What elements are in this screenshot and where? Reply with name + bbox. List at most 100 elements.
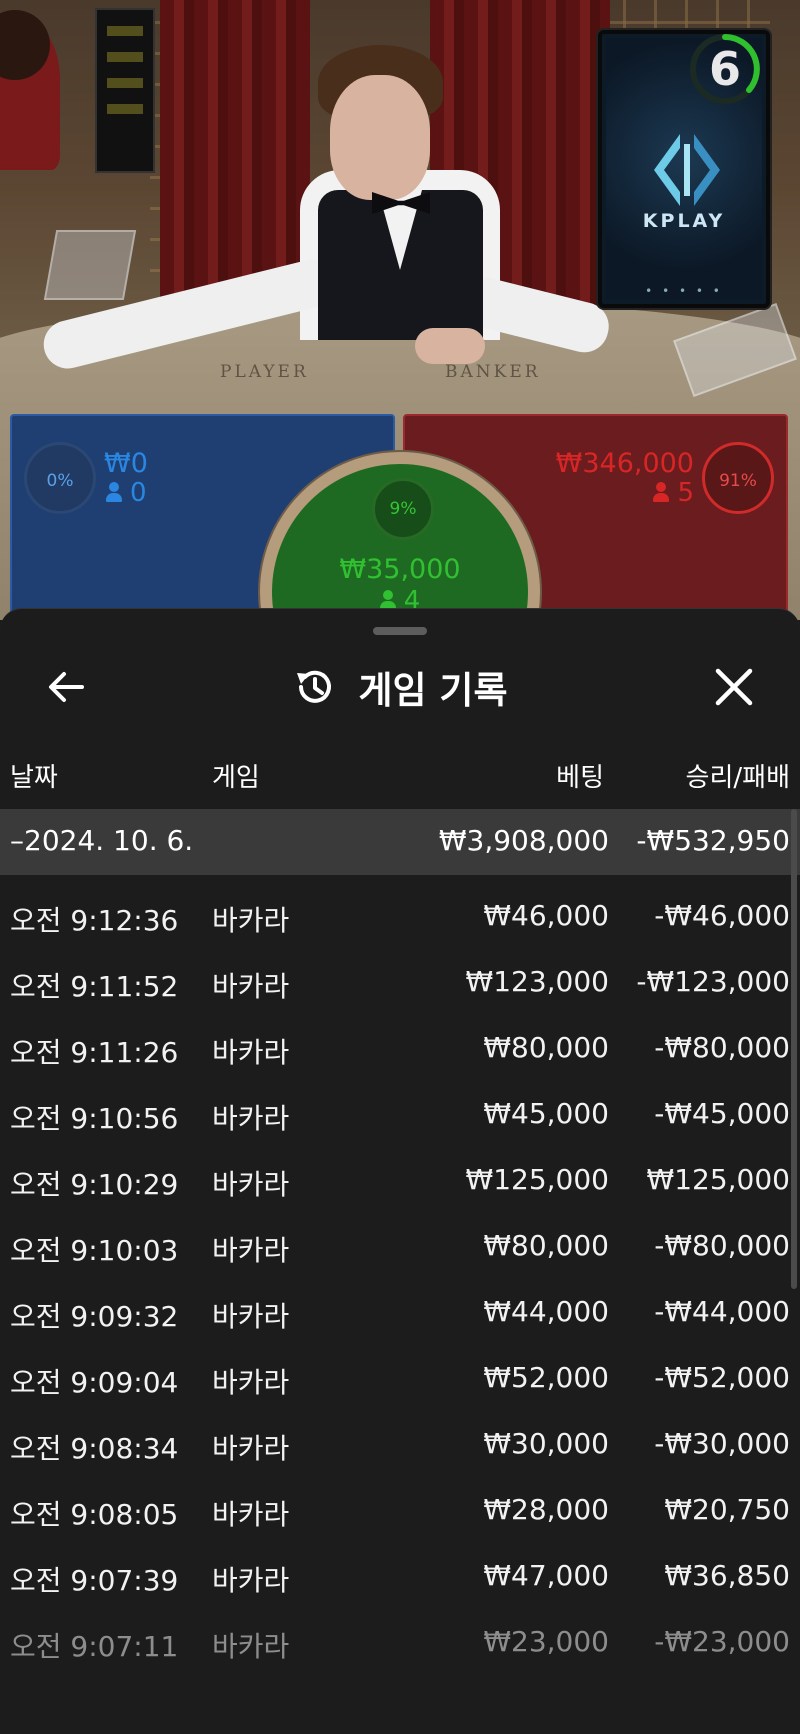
player-count-value: 0: [130, 478, 147, 508]
row-game: 바카라: [212, 1168, 290, 1201]
row-bet: ₩44,000: [483, 1295, 609, 1328]
row-bet: ₩46,000: [483, 899, 609, 932]
row-game: 바카라: [212, 1366, 290, 1399]
row-time: 오전 9:11:26: [10, 1036, 179, 1069]
row-game: 바카라: [212, 1300, 290, 1333]
history-row[interactable]: 오전 9:07:11 바카라 ₩23,000 -₩23,000: [0, 1601, 800, 1667]
history-row[interactable]: 오전 9:10:03 바카라 ₩80,000 -₩80,000: [0, 1205, 800, 1271]
sheet-drag-handle[interactable]: [373, 627, 427, 635]
row-game: 바카라: [212, 1498, 290, 1531]
person-icon: [653, 482, 670, 502]
date-group-label: –2024. 10. 6.: [10, 824, 194, 857]
history-row[interactable]: 오전 9:07:39 바카라 ₩47,000 ₩36,850: [0, 1535, 800, 1601]
background-sign: [95, 8, 155, 173]
column-header-bet: 베팅: [556, 763, 604, 793]
game-history-sheet: 게임 기록 날짜 게임 베팅 승리/패배 –2024. 10. 6. ₩3,90…: [0, 608, 800, 1734]
row-game: 바카라: [212, 1234, 290, 1267]
date-group-row[interactable]: –2024. 10. 6. ₩3,908,000 -₩532,950: [0, 809, 800, 875]
row-time: 오전 9:08:34: [10, 1432, 179, 1465]
table-banker-word: BANKER: [445, 362, 541, 382]
row-time: 오전 9:07:39: [10, 1564, 179, 1597]
row-time: 오전 9:09:04: [10, 1366, 179, 1399]
history-row[interactable]: 오전 9:08:05 바카라 ₩28,000 ₩20,750: [0, 1469, 800, 1535]
kplay-logo: KPLAY: [642, 210, 726, 232]
card-shoe: [43, 230, 137, 300]
table-monitor: 6 KPLAY • • • • •: [598, 30, 770, 308]
history-row[interactable]: 오전 9:08:34 바카라 ₩30,000 -₩30,000: [0, 1403, 800, 1469]
history-row[interactable]: 오전 9:09:32 바카라 ₩44,000 -₩44,000: [0, 1271, 800, 1337]
row-time: 오전 9:07:11: [10, 1630, 179, 1663]
column-header-date: 날짜: [10, 763, 58, 793]
row-bet: ₩23,000: [483, 1625, 609, 1658]
history-row[interactable]: 오전 9:11:26 바카라 ₩80,000 -₩80,000: [0, 1007, 800, 1073]
column-header-result: 승리/패배: [685, 763, 790, 793]
row-bet: ₩45,000: [483, 1097, 609, 1130]
row-result: -₩52,000: [654, 1361, 790, 1394]
row-time: 오전 9:10:03: [10, 1234, 179, 1267]
row-result: ₩36,850: [664, 1559, 790, 1592]
row-time: 오전 9:11:52: [10, 970, 179, 1003]
player-percent: 0%: [24, 442, 96, 514]
row-time: 오전 9:10:56: [10, 1102, 179, 1135]
row-bet: ₩125,000: [465, 1163, 609, 1196]
row-time: 오전 9:10:29: [10, 1168, 179, 1201]
history-clock-icon: [297, 670, 332, 703]
kplay-emblem-icon: [654, 134, 720, 206]
sheet-title: 게임 기록: [358, 669, 508, 712]
row-game: 바카라: [212, 1630, 290, 1663]
history-row[interactable]: 오전 9:09:04 바카라 ₩52,000 -₩52,000: [0, 1337, 800, 1403]
row-result: -₩45,000: [654, 1097, 790, 1130]
player-amount: ₩0: [104, 448, 148, 479]
history-scrollbar[interactable]: [791, 809, 797, 1289]
date-group-bet-total: ₩3,908,000: [438, 824, 609, 857]
row-bet: ₩52,000: [483, 1361, 609, 1394]
row-game: 바카라: [212, 1564, 290, 1597]
sheet-header: 게임 기록: [0, 657, 800, 717]
row-result: ₩125,000: [646, 1163, 790, 1196]
row-game: 바카라: [212, 1036, 290, 1069]
countdown-timer: 6: [708, 42, 741, 96]
date-group-result-total: -₩532,950: [636, 824, 790, 857]
row-time: 오전 9:08:05: [10, 1498, 179, 1531]
row-game: 바카라: [212, 1432, 290, 1465]
row-time: 오전 9:09:32: [10, 1300, 179, 1333]
row-result: -₩80,000: [654, 1031, 790, 1064]
close-icon: [715, 668, 753, 706]
row-bet: ₩80,000: [483, 1031, 609, 1064]
row-bet: ₩30,000: [483, 1427, 609, 1460]
player-bettor-count: 0: [106, 478, 147, 508]
column-header-game: 게임: [212, 763, 260, 793]
dealer-hand: [415, 328, 485, 364]
row-result: -₩44,000: [654, 1295, 790, 1328]
row-result: -₩80,000: [654, 1229, 790, 1262]
row-result: -₩123,000: [636, 965, 790, 998]
history-row[interactable]: 오전 9:10:29 바카라 ₩125,000 ₩125,000: [0, 1139, 800, 1205]
row-result: -₩46,000: [654, 899, 790, 932]
banker-count-value: 5: [677, 478, 694, 508]
row-game: 바카라: [212, 970, 290, 1003]
history-row[interactable]: 오전 9:12:36 바카라 ₩46,000 -₩46,000: [0, 875, 800, 941]
monitor-page-dots: • • • • •: [645, 284, 723, 298]
person-icon: [106, 482, 122, 502]
tie-amount: ₩35,000: [339, 554, 461, 585]
close-button[interactable]: [708, 661, 760, 713]
row-bet: ₩80,000: [483, 1229, 609, 1262]
banker-percent: 91%: [702, 442, 774, 514]
history-row[interactable]: 오전 9:11:52 바카라 ₩123,000 -₩123,000: [0, 941, 800, 1007]
dealer-vest: [318, 190, 483, 340]
tie-percent: 9%: [372, 478, 434, 540]
history-list: 오전 9:12:36 바카라 ₩46,000 -₩46,000 오전 9:11:…: [0, 875, 800, 1667]
row-bet: ₩28,000: [483, 1493, 609, 1526]
row-result: -₩30,000: [654, 1427, 790, 1460]
row-result: ₩20,750: [664, 1493, 790, 1526]
row-game: 바카라: [212, 1102, 290, 1135]
dealer-face: [330, 75, 430, 200]
banker-amount: ₩346,000: [555, 448, 694, 479]
row-bet: ₩123,000: [465, 965, 609, 998]
row-game: 바카라: [212, 904, 290, 937]
banker-bettor-count: 5: [653, 478, 694, 508]
history-row[interactable]: 오전 9:10:56 바카라 ₩45,000 -₩45,000: [0, 1073, 800, 1139]
table-player-word: PLAYER: [220, 362, 309, 382]
row-bet: ₩47,000: [483, 1559, 609, 1592]
row-time: 오전 9:12:36: [10, 904, 179, 937]
